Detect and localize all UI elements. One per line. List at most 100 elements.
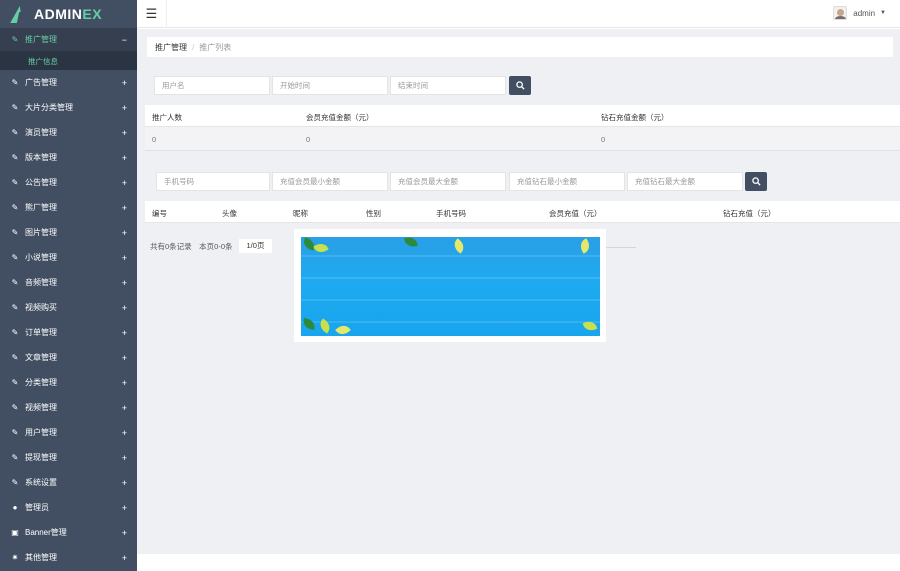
sidebar-item-label: 分类管理 — [25, 378, 57, 387]
logo-mark-icon — [12, 5, 28, 23]
sidebar-item[interactable]: ✎ 图片管理 + — [0, 220, 137, 245]
diamond-min-input[interactable]: 充值钻石最小金额 — [509, 172, 625, 191]
table-header-cell: 钻石充值金额（元） — [601, 113, 669, 122]
sidebar-item-label: 视频管理 — [25, 403, 57, 412]
image-popup[interactable] — [294, 229, 606, 342]
edit-icon: ✎ — [11, 78, 19, 87]
sidebar-item-label: 演员管理 — [25, 128, 57, 137]
sidebar-item-label: 熊厂管理 — [25, 203, 57, 212]
phone-input[interactable]: 手机号码 — [156, 172, 270, 191]
sidebar-item[interactable]: ▣ Banner管理 + — [0, 520, 137, 545]
table-cell: 0 — [306, 135, 311, 144]
table-header-cell: 会员充值金额（元） — [306, 113, 374, 122]
sidebar-item[interactable]: ✎ 分类管理 + — [0, 370, 137, 395]
pagination-summary: 共有0条记录 本页0-0条 — [150, 241, 233, 251]
breadcrumb-separator: / — [192, 42, 195, 52]
menu-toggle-button[interactable]: ☰ — [137, 0, 167, 28]
end-time-input[interactable]: 结束时间 — [390, 76, 506, 95]
pagination: 共有0条记录 本页0-0条 1/0页 — [150, 239, 273, 253]
expand-icon: + — [121, 102, 127, 113]
caret-down-icon: ▼ — [880, 10, 886, 16]
sidebar-item[interactable]: ✎ 广告管理 + — [0, 70, 137, 95]
edit-icon: ✎ — [11, 453, 19, 462]
sidebar-item[interactable]: ✎ 用户管理 + — [0, 420, 137, 445]
search-button[interactable] — [745, 172, 767, 191]
expand-icon: + — [121, 302, 127, 313]
edit-icon: ✎ — [11, 378, 19, 387]
sidebar-item[interactable]: ✎ 熊厂管理 + — [0, 195, 137, 220]
sidebar: ADMINEX ✎ 推广管理 − 推广信息 ✎ 广告管理 + ✎ 大片分类管理 + ✎ 演员管… — [0, 0, 137, 571]
leaf-icon — [577, 238, 593, 254]
expand-icon: + — [121, 202, 127, 213]
expand-icon: + — [121, 377, 127, 388]
collapse-icon: − — [121, 34, 127, 45]
expand-icon: + — [121, 252, 127, 263]
sidebar-item[interactable]: ✎ 系统设置 + — [0, 470, 137, 495]
sidebar-item[interactable]: ✎ 大片分类管理 + — [0, 95, 137, 120]
logo-text: ADMIN — [34, 6, 83, 22]
sidebar-item[interactable]: ✎ 提现管理 + — [0, 445, 137, 470]
sidebar-item[interactable]: ✎ 小说管理 + — [0, 245, 137, 270]
edit-icon: ✎ — [11, 278, 19, 287]
edit-icon: ✎ — [11, 303, 19, 312]
table-header-cell: 头像 — [222, 209, 237, 218]
top-header: ☰ admin ▼ — [137, 0, 900, 28]
sidebar-item-promotion[interactable]: ✎ 推广管理 − — [0, 28, 137, 51]
expand-icon: + — [121, 77, 127, 88]
sidebar-item-label: 系统设置 — [25, 478, 57, 487]
sidebar-item[interactable]: ✎ 订单管理 + — [0, 320, 137, 345]
vip-min-input[interactable]: 充值会员最小金额 — [272, 172, 388, 191]
start-time-input[interactable]: 开始时间 — [272, 76, 388, 95]
sidebar-item-label: 视频购买 — [25, 303, 57, 312]
user-menu[interactable]: admin ▼ — [833, 6, 886, 20]
edit-icon: ✎ — [11, 328, 19, 337]
sidebar-item[interactable]: ✷ 其他管理 + — [0, 545, 137, 570]
edit-icon: ✎ — [11, 153, 19, 162]
edit-icon: ✎ — [11, 428, 19, 437]
table-header-cell: 推广人数 — [152, 113, 182, 122]
table-header-cell: 钻石充值（元） — [723, 209, 776, 218]
edit-icon: ✎ — [11, 35, 19, 44]
vip-max-input[interactable]: 充值会员最大金额 — [390, 172, 506, 191]
edit-icon: ✎ — [11, 103, 19, 112]
page-indicator[interactable]: 1/0页 — [238, 239, 273, 253]
breadcrumb-item[interactable]: 推广管理 — [155, 42, 187, 53]
leaf-icon — [451, 238, 467, 254]
list-table-header — [145, 201, 900, 223]
table-header-cell: 手机号码 — [436, 209, 466, 218]
expand-icon: + — [121, 402, 127, 413]
sidebar-item[interactable]: ● 管理员 + — [0, 495, 137, 520]
sidebar-item[interactable]: ✎ 音频管理 + — [0, 270, 137, 295]
username: admin — [853, 8, 876, 18]
sidebar-item-label: 用户管理 — [25, 428, 57, 437]
sidebar-item-label: 公告管理 — [25, 178, 57, 187]
search-button[interactable] — [509, 76, 531, 95]
expand-icon: + — [121, 227, 127, 238]
sidebar-item[interactable]: ✎ 公告管理 + — [0, 170, 137, 195]
sidebar-subitem-promotion-info[interactable]: 推广信息 — [0, 51, 137, 70]
expand-icon: + — [121, 277, 127, 288]
sidebar-item[interactable]: ✎ 文章管理 + — [0, 345, 137, 370]
table-header-cell: 会员充值（元） — [549, 209, 602, 218]
sidebar-item[interactable]: ✎ 演员管理 + — [0, 120, 137, 145]
sidebar-item-label: 大片分类管理 — [25, 103, 73, 112]
search-icon — [515, 81, 525, 90]
diamond-max-input[interactable]: 充值钻石最大金额 — [627, 172, 743, 191]
expand-icon: + — [121, 477, 127, 488]
leaves-banner-image — [301, 237, 600, 336]
leaf-icon — [335, 322, 351, 336]
table-cell: 0 — [601, 135, 606, 144]
username-input[interactable]: 用户名 — [154, 76, 270, 95]
sidebar-item[interactable]: ✎ 视频购买 + — [0, 295, 137, 320]
sidebar-item[interactable]: ✎ 视频管理 + — [0, 395, 137, 420]
breadcrumb-current: 推广列表 — [199, 42, 232, 52]
logo[interactable]: ADMINEX — [0, 0, 137, 28]
expand-icon: + — [121, 552, 127, 563]
hamburger-icon: ☰ — [145, 6, 158, 21]
summary-table-header — [145, 105, 900, 127]
edit-icon: ✎ — [11, 478, 19, 487]
image-icon: ▣ — [11, 528, 19, 537]
sidebar-item-label: 图片管理 — [25, 228, 57, 237]
sidebar-item[interactable]: ✎ 版本管理 + — [0, 145, 137, 170]
sidebar-item-label: 其他管理 — [25, 553, 57, 562]
